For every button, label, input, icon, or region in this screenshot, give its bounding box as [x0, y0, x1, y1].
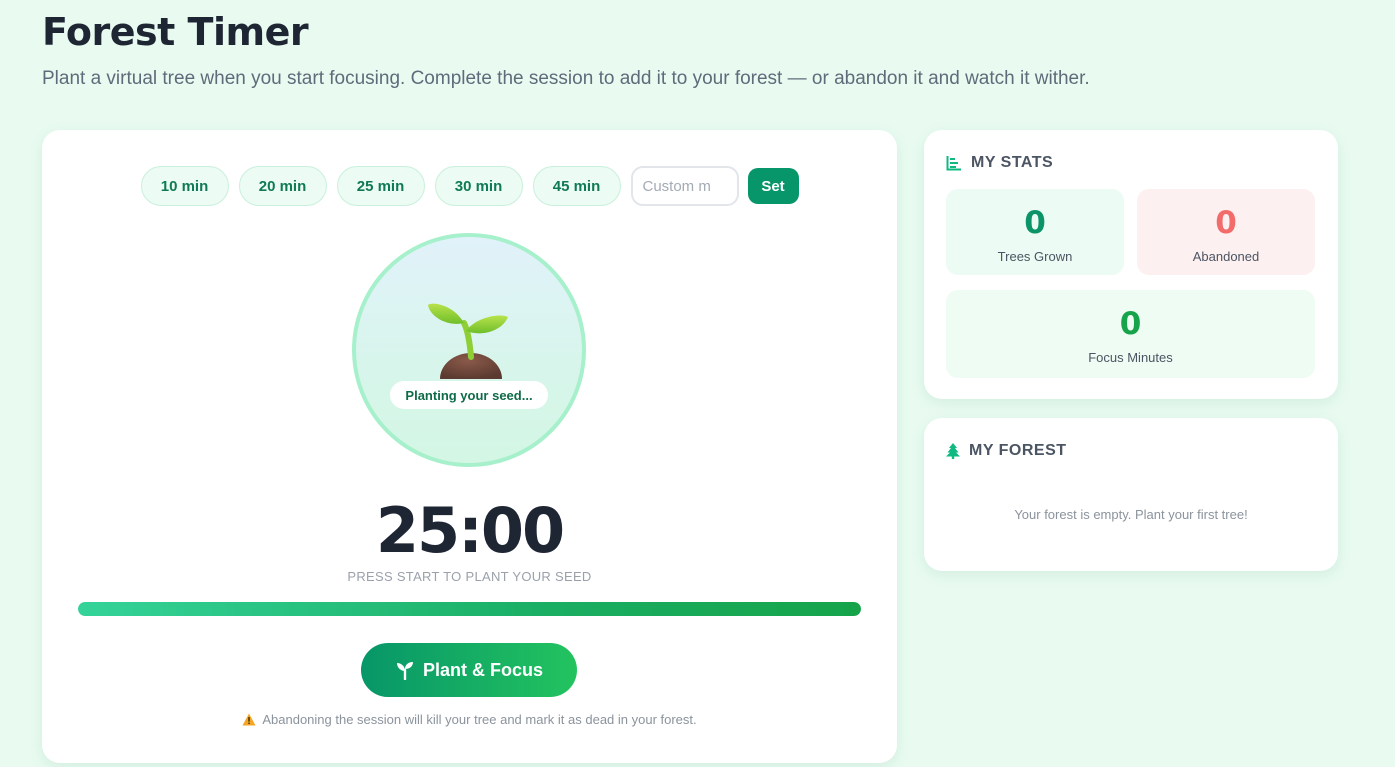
progress-bar	[78, 602, 861, 616]
preset-10-min-button[interactable]: 10 min	[140, 166, 229, 206]
trees-grown-value: 0	[1024, 205, 1046, 241]
timer-display: 25:00	[375, 494, 565, 567]
plant-focus-label: Plant & Focus	[422, 659, 543, 680]
abandoned-stat: 0 Abandoned	[1137, 189, 1315, 275]
tree-icon	[946, 443, 960, 459]
abandon-warning: Abandoning the session will kill your tr…	[42, 712, 897, 727]
chart-icon	[946, 156, 961, 171]
forest-header: MY FOREST	[946, 442, 1067, 460]
duration-presets: 10 min 20 min 25 min 30 min 45 min Set	[42, 166, 897, 206]
focus-minutes-value: 0	[1119, 306, 1142, 342]
stats-card: MY STATS 0 Trees Grown 0 Abandoned 0 Foc…	[924, 130, 1338, 399]
tree-status-badge: Planting your seed...	[390, 381, 548, 409]
abandoned-label: Abandoned	[1192, 249, 1260, 264]
preset-25-min-button[interactable]: 25 min	[336, 166, 425, 206]
page-subtitle: Plant a virtual tree when you start focu…	[42, 68, 1090, 89]
timer-card: 10 min 20 min 25 min 30 min 45 min Set	[42, 130, 897, 763]
page-title: Forest Timer	[42, 10, 309, 54]
stats-title: MY STATS	[971, 154, 1054, 171]
warning-icon	[242, 713, 256, 726]
progress-fill	[78, 602, 861, 616]
abandoned-value: 0	[1215, 205, 1237, 241]
trees-grown-label: Trees Grown	[997, 249, 1073, 264]
timer-hint: PRESS START TO PLANT YOUR SEED	[347, 569, 592, 584]
custom-minutes-input[interactable]	[630, 166, 739, 206]
forest-empty-message: Your forest is empty. Plant your first t…	[1014, 507, 1248, 522]
preset-45-min-button[interactable]: 45 min	[532, 166, 621, 206]
plant-focus-button[interactable]: Plant & Focus	[361, 643, 577, 697]
preset-30-min-button[interactable]: 30 min	[434, 166, 523, 206]
tree-display: Planting your seed...	[352, 233, 586, 467]
focus-minutes-stat: 0 Focus Minutes	[946, 290, 1315, 378]
abandon-warning-text: Abandoning the session will kill your tr…	[262, 712, 697, 727]
sprout-icon	[428, 303, 508, 379]
forest-title: MY FOREST	[969, 442, 1067, 459]
forest-card: MY FOREST Your forest is empty. Plant yo…	[924, 418, 1338, 571]
preset-20-min-button[interactable]: 20 min	[238, 166, 327, 206]
set-custom-button[interactable]: Set	[747, 168, 799, 204]
focus-minutes-label: Focus Minutes	[1088, 350, 1173, 365]
stats-header: MY STATS	[946, 154, 1053, 172]
seedling-icon	[396, 662, 413, 680]
trees-grown-stat: 0 Trees Grown	[946, 189, 1124, 275]
